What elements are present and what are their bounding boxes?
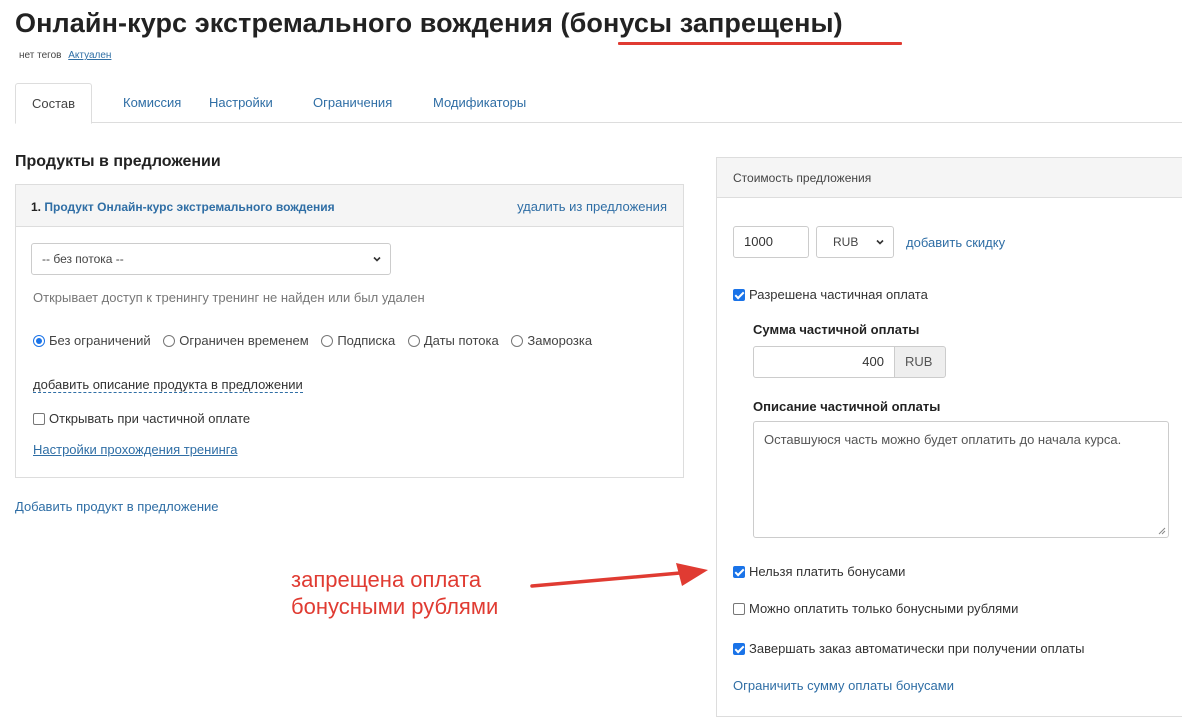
- radio-dot: [321, 334, 334, 347]
- partial-amount-label: Сумма частичной оплаты: [753, 322, 920, 337]
- annotation-callout: запрещена оплата бонусными рублями: [291, 566, 498, 620]
- partial-description-text: Оставшуюся часть можно будет оплатить до…: [764, 432, 1122, 447]
- checkbox-box: [733, 288, 745, 301]
- title-highlight-underline: [618, 42, 902, 45]
- radio-subscription[interactable]: Подписка: [321, 333, 395, 348]
- annotation-arrow-icon: [530, 563, 708, 588]
- annotation-line-1: запрещена оплата: [291, 567, 482, 592]
- limit-bonus-payment-link[interactable]: Ограничить сумму оплаты бонусами: [733, 678, 954, 693]
- currency-select-value: RUB: [833, 235, 859, 249]
- radio-dot: [163, 334, 176, 347]
- checkbox-box: [733, 565, 745, 578]
- radio-label: Заморозка: [527, 333, 593, 348]
- radio-unlimited[interactable]: Без ограничений: [33, 333, 151, 348]
- tab-modifiers[interactable]: Модификаторы: [417, 83, 542, 123]
- checkbox-label: Можно оплатить только бонусными рублями: [749, 601, 1019, 616]
- page-title: Онлайн-курс экстремального вождения (бон…: [15, 8, 843, 38]
- radio-label: Ограничен временем: [179, 333, 309, 348]
- partial-description-textarea[interactable]: Оставшуюся часть можно будет оплатить до…: [753, 421, 1169, 538]
- partial-description-label: Описание частичной оплаты: [753, 399, 941, 414]
- tab-bar: Состав Комиссия Настройки Ограничения Мо…: [15, 83, 1182, 124]
- checkbox-label: Завершать заказ автоматически при получе…: [749, 641, 1085, 656]
- resize-grip-icon[interactable]: [1158, 527, 1166, 535]
- add-product-description-link[interactable]: добавить описание продукта в предложении: [33, 377, 303, 393]
- training-settings-link[interactable]: Настройки прохождения тренинга: [33, 442, 237, 457]
- partial-payment-checkbox[interactable]: Разрешена частичная оплата: [733, 287, 928, 302]
- radio-dot: [511, 334, 524, 347]
- checkbox-box: [733, 602, 745, 615]
- chevron-down-icon: [876, 239, 884, 245]
- product-panel: 1. Продукт Онлайн-курс экстремального во…: [15, 184, 684, 478]
- product-header: 1. Продукт Онлайн-курс экстремального во…: [16, 185, 683, 227]
- cost-panel-title: Стоимость предложения: [717, 158, 1182, 198]
- add-product-link[interactable]: Добавить продукт в предложение: [15, 499, 219, 514]
- partial-amount-input[interactable]: 400: [753, 346, 895, 378]
- checkbox-label: Открывать при частичной оплате: [49, 411, 251, 426]
- price-input[interactable]: 1000: [733, 226, 809, 258]
- stream-select-value: -- без потока --: [42, 252, 124, 266]
- open-on-partial-checkbox[interactable]: Открывать при частичной оплате: [33, 411, 250, 426]
- products-section-title: Продукты в предложении: [15, 153, 221, 170]
- access-description: Открывает доступ к тренингу тренинг не н…: [33, 290, 425, 305]
- tab-commission[interactable]: Комиссия: [107, 83, 197, 123]
- no-bonus-payment-checkbox[interactable]: Нельзя платить бонусами: [733, 564, 905, 579]
- remove-from-offer-link[interactable]: удалить из предложения: [517, 199, 667, 214]
- add-discount-link[interactable]: добавить скидку: [906, 235, 1005, 250]
- bonus-only-payment-checkbox[interactable]: Можно оплатить только бонусными рублями: [733, 601, 1018, 616]
- tab-composition[interactable]: Состав: [15, 83, 93, 124]
- product-title: 1. Продукт Онлайн-курс экстремального во…: [31, 200, 335, 214]
- radio-freeze[interactable]: Заморозка: [511, 333, 592, 348]
- checkbox-label: Разрешена частичная оплата: [749, 287, 928, 302]
- radio-dot: [407, 334, 420, 347]
- radio-dot: [33, 334, 45, 347]
- radio-label: Даты потока: [423, 333, 499, 348]
- stream-select[interactable]: -- без потока --: [31, 243, 391, 275]
- tab-restrictions[interactable]: Ограничения: [297, 83, 408, 123]
- annotation-line-2: бонусными рублями: [291, 594, 499, 619]
- tab-settings[interactable]: Настройки: [193, 83, 289, 123]
- radio-label: Без ограничений: [49, 333, 151, 348]
- auto-complete-order-checkbox[interactable]: Завершать заказ автоматически при получе…: [733, 641, 1085, 656]
- access-type-radio-group: Без ограничений Ограничен временем Подпи…: [33, 333, 601, 350]
- product-link[interactable]: Продукт Онлайн-курс экстремального вожде…: [44, 200, 334, 214]
- tags-label: нет тегов: [19, 50, 62, 61]
- cost-panel: Стоимость предложения 1000 RUB добавить …: [716, 157, 1182, 717]
- radio-time-limited[interactable]: Ограничен временем: [163, 333, 309, 348]
- currency-select[interactable]: RUB: [816, 226, 894, 258]
- tagline: нет тегов Актуален: [19, 50, 111, 61]
- checkbox-box: [733, 642, 745, 655]
- checkbox-label: Нельзя платить бонусами: [749, 564, 906, 579]
- radio-stream-dates[interactable]: Даты потока: [407, 333, 499, 348]
- checkbox-box: [33, 412, 45, 425]
- product-number: 1.: [31, 200, 42, 214]
- partial-amount-currency: RUB: [894, 346, 946, 378]
- status-link[interactable]: Актуален: [68, 50, 111, 61]
- radio-label: Подписка: [337, 333, 396, 348]
- chevron-down-icon: [373, 256, 381, 262]
